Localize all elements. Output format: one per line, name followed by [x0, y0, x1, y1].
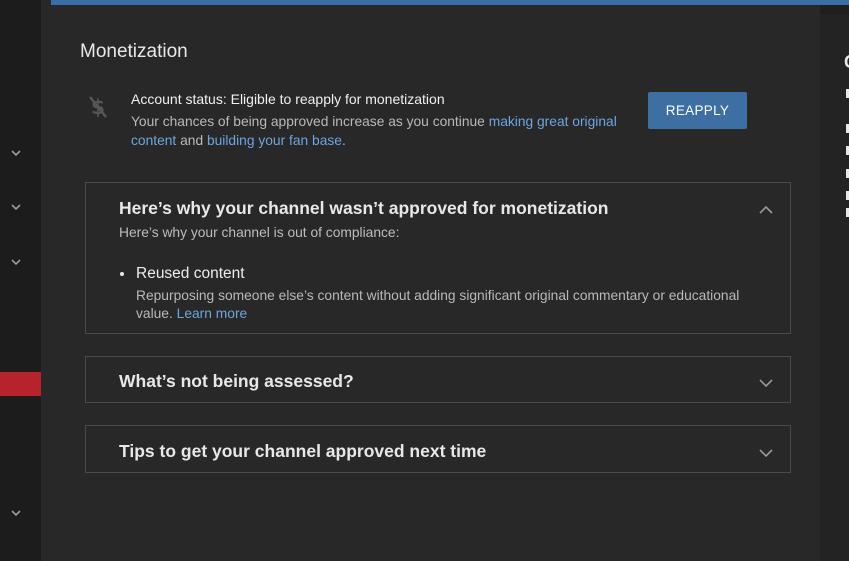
chevron-down-icon[interactable] [9, 200, 23, 214]
reapply-button[interactable]: REAPPLY [648, 92, 747, 129]
right-panel: C [820, 14, 849, 561]
top-accent-bar [51, 0, 849, 5]
reason-description: Repurposing someone else’s content witho… [136, 288, 740, 321]
nav-item-active[interactable] [0, 372, 41, 396]
chevron-down-icon[interactable] [9, 255, 23, 269]
not-approved-panel: Here’s why your channel wasn’t approved … [85, 182, 791, 334]
account-status: Account status: Eligible to reapply for … [131, 91, 445, 107]
chevron-down-icon[interactable] [9, 146, 23, 160]
no-money-icon: $ [86, 93, 110, 121]
reason-title: Reused content [136, 265, 245, 282]
right-panel-heading: C [844, 52, 849, 73]
panel-title[interactable]: Tips to get your channel approved next t… [119, 441, 486, 462]
chevron-down-icon[interactable] [759, 378, 773, 387]
chevron-down-icon[interactable] [9, 506, 23, 520]
status-description: Your chances of being approved increase … [131, 114, 617, 148]
chevron-down-icon[interactable] [759, 448, 773, 457]
bullet [120, 272, 124, 276]
left-nav [0, 0, 41, 561]
panel-subtitle: Here’s why your channel is out of compli… [119, 225, 400, 240]
page-title: Monetization [80, 41, 188, 62]
panel-title[interactable]: What’s not being assessed? [119, 371, 354, 392]
not-assessed-panel[interactable]: What’s not being assessed? [85, 356, 791, 403]
learn-more-link[interactable]: Learn more [177, 306, 248, 321]
panel-title[interactable]: Here’s why your channel wasn’t approved … [119, 198, 608, 219]
building-fan-base-link[interactable]: building your fan base [207, 133, 342, 148]
tips-panel[interactable]: Tips to get your channel approved next t… [85, 425, 791, 473]
chevron-up-icon[interactable] [759, 205, 773, 214]
